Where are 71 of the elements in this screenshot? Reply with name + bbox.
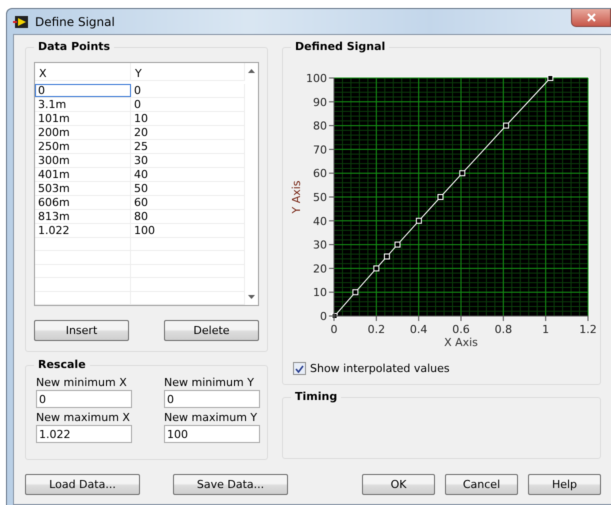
group-title: Defined Signal (291, 40, 390, 53)
table-button[interactable]: Insert (34, 320, 129, 341)
table-button[interactable]: Delete (164, 320, 259, 341)
data-point (416, 218, 422, 224)
interpolated-checkbox[interactable]: Show interpolated values (293, 362, 592, 375)
table-cell[interactable]: 200m (35, 126, 131, 140)
input-field[interactable]: 0 (36, 390, 132, 408)
column-header: X (35, 63, 131, 80)
data-point (384, 254, 390, 260)
tick-label: 80 (313, 120, 327, 133)
close-icon (586, 12, 596, 22)
tick-label: 0.8 (494, 323, 512, 336)
dialog-button[interactable]: Cancel (445, 474, 518, 495)
dialog-button[interactable]: OK (362, 474, 435, 495)
tick-label: 60 (313, 167, 327, 180)
dialog-button[interactable]: Help (528, 474, 601, 495)
tick-label: 50 (313, 191, 327, 204)
axis-title: Y Axis (290, 180, 303, 214)
checkbox[interactable] (293, 362, 306, 375)
tick-label: 70 (313, 143, 327, 156)
file-button[interactable]: Load Data... (25, 474, 140, 495)
tick-label: 90 (313, 96, 327, 109)
field-label: New maximum Y (164, 411, 258, 424)
input-field[interactable]: 100 (164, 425, 260, 443)
tick-label: 0 (320, 310, 327, 323)
table-cell[interactable]: 401m (35, 168, 131, 182)
tick-label: 10 (313, 286, 327, 300)
window-title: Define Signal (35, 14, 115, 28)
file-button[interactable]: Save Data... (173, 474, 288, 495)
close-button[interactable] (571, 8, 611, 26)
scroll-up-icon[interactable] (248, 69, 255, 73)
app-logo-icon (13, 14, 29, 28)
table-cell[interactable]: 813m (35, 210, 131, 224)
group-title: Timing (291, 390, 342, 403)
group-title: Data Points (34, 40, 114, 53)
tick-label: 40 (313, 214, 327, 228)
input-field[interactable]: 1.022 (36, 425, 132, 443)
check-icon (295, 364, 304, 372)
checkbox-label: Show interpolated values (310, 362, 450, 375)
field-label: New maximum X (36, 411, 131, 424)
data-point (547, 75, 554, 81)
table-cell[interactable]: 503m (35, 182, 131, 196)
table-cell[interactable]: 0 (35, 84, 131, 98)
data-point (503, 122, 510, 129)
tick-label: 20 (313, 262, 327, 276)
field-label: New minimum Y (164, 376, 255, 389)
axis-title: X Axis (444, 336, 478, 349)
tick-label: 0.4 (410, 323, 428, 336)
tick-label: 0.2 (368, 323, 386, 336)
tick-label: 0 (330, 323, 338, 336)
table-cell[interactable]: 1.022 (35, 224, 131, 238)
field-label: New minimum X (36, 376, 128, 389)
data-point (459, 170, 466, 176)
tick-label: 1 (542, 323, 550, 336)
group-title: Rescale (34, 358, 90, 371)
input-field[interactable]: 0 (164, 390, 260, 408)
tick-label: 1.2 (579, 323, 597, 336)
data-point (394, 242, 400, 248)
scroll-down-icon[interactable] (248, 295, 255, 299)
table-cell[interactable]: 3.1m (35, 98, 131, 112)
data-point (332, 313, 338, 319)
table-cell[interactable]: 606m (35, 196, 131, 210)
table-cell[interactable]: 300m (35, 154, 131, 168)
table-cell[interactable]: 250m (35, 140, 131, 154)
tick-label: 0.6 (452, 323, 470, 336)
tick-label: 100 (306, 72, 327, 85)
data-point (352, 289, 358, 296)
data-point (437, 194, 444, 200)
data-point (373, 265, 380, 272)
table-cell[interactable]: 101m (35, 112, 131, 126)
tick-label: 30 (313, 238, 327, 252)
